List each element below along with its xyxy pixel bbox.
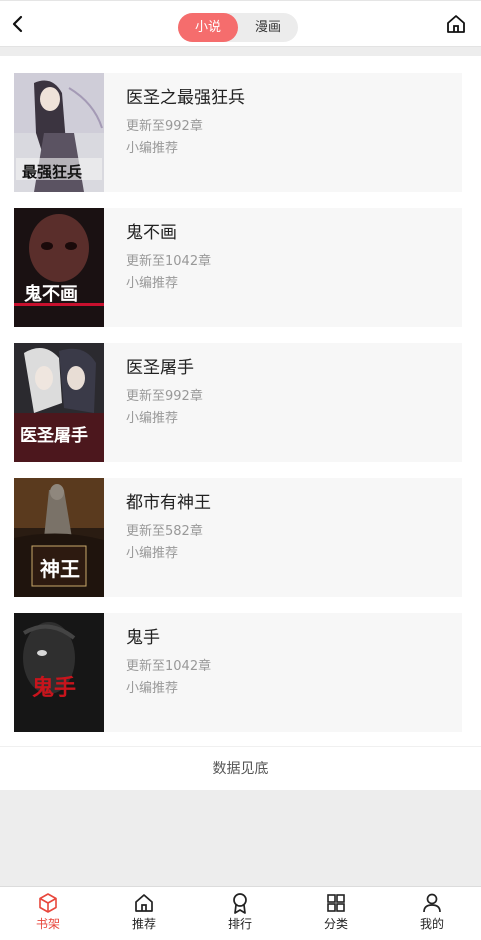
book-list: 最强狂兵 医圣之最强狂兵 更新至992章 小编推荐 鬼不画 鬼不画 更新至104… — [0, 56, 481, 790]
book-item[interactable]: 神王 都市有神王 更新至582章 小编推荐 — [14, 478, 462, 597]
book-title: 医圣屠手 — [126, 358, 194, 378]
tab-label: 我的 — [419, 917, 444, 931]
tab-label: 排行 — [227, 917, 252, 931]
tab-label: 推荐 — [131, 917, 156, 931]
cover-title-text: 最强狂兵 — [22, 163, 82, 181]
book-tag: 小编推荐 — [126, 411, 179, 426]
book-tag: 小编推荐 — [126, 141, 179, 156]
user-icon — [421, 892, 443, 914]
book-item[interactable]: 鬼不画 鬼不画 更新至1042章 小编推荐 — [14, 208, 462, 327]
book-item[interactable]: 最强狂兵 医圣之最强狂兵 更新至992章 小编推荐 — [14, 73, 462, 192]
cover-title-text: 医圣屠手 — [20, 425, 88, 446]
book-cover: 最强狂兵 — [14, 73, 104, 192]
tab-ranking[interactable]: 排行 — [192, 887, 288, 933]
book-update: 更新至1042章 — [126, 254, 212, 269]
back-icon[interactable] — [8, 13, 30, 35]
book-cover: 鬼手 — [14, 613, 104, 732]
book-item[interactable]: 医圣屠手 医圣屠手 更新至992章 小编推荐 — [14, 343, 462, 462]
tab-label: 分类 — [323, 917, 348, 931]
cube-icon — [37, 892, 59, 914]
tab-novel[interactable]: 小说 — [178, 13, 238, 42]
book-update: 更新至1042章 — [126, 659, 212, 674]
home-icon[interactable] — [445, 13, 467, 35]
home-icon — [133, 892, 155, 914]
book-title: 医圣之最强狂兵 — [126, 88, 245, 108]
cover-title-text: 鬼不画 — [24, 283, 78, 305]
book-item[interactable]: 鬼手 鬼手 更新至1042章 小编推荐 — [14, 613, 462, 732]
grid-icon — [325, 892, 347, 914]
tab-recommend[interactable]: 推荐 — [96, 887, 192, 933]
book-title: 鬼不画 — [126, 223, 177, 243]
cover-title-text: 神王 — [40, 557, 80, 581]
tab-label: 书架 — [35, 917, 60, 931]
book-tag: 小编推荐 — [126, 276, 179, 291]
cover-title-text: 鬼手 — [32, 675, 76, 701]
bottom-tabbar: 书架 推荐 排行 分类 我的 — [0, 886, 481, 932]
book-cover: 鬼不画 — [14, 208, 104, 327]
category-switch: 小说 漫画 — [178, 13, 298, 42]
book-update: 更新至992章 — [126, 119, 203, 134]
app-page: 小说 漫画 最强狂兵 医圣之最强狂兵 更新至992章 小编推荐 鬼不画 鬼不画 … — [0, 0, 481, 940]
bottom-safe-area — [0, 932, 481, 940]
tab-category[interactable]: 分类 — [288, 887, 384, 933]
tab-bookshelf[interactable]: 书架 — [0, 887, 96, 933]
tab-comic[interactable]: 漫画 — [238, 13, 298, 42]
book-cover: 医圣屠手 — [14, 343, 104, 462]
book-tag: 小编推荐 — [126, 681, 179, 696]
book-update: 更新至582章 — [126, 524, 203, 539]
top-header: 小说 漫画 — [0, 0, 481, 47]
book-tag: 小编推荐 — [126, 546, 179, 561]
book-title: 都市有神王 — [126, 493, 211, 513]
tab-mine[interactable]: 我的 — [384, 887, 480, 933]
end-of-list-note: 数据见底 — [0, 746, 481, 790]
book-title: 鬼手 — [126, 628, 160, 648]
book-update: 更新至992章 — [126, 389, 203, 404]
award-icon — [229, 892, 251, 914]
book-cover: 神王 — [14, 478, 104, 597]
